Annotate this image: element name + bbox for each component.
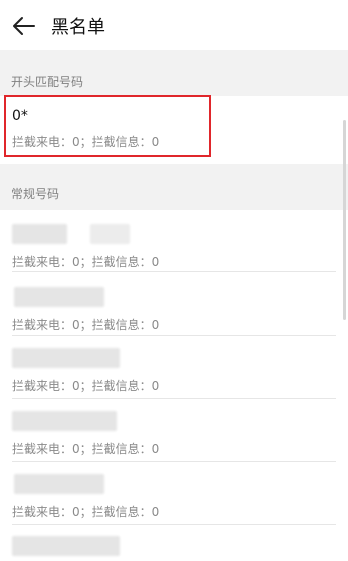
- redacted-number: [12, 411, 117, 431]
- divider: [12, 335, 336, 336]
- page-title: 黑名单: [51, 17, 105, 38]
- list-item[interactable]: 拦截来电：0；拦截信息：0: [0, 405, 348, 468]
- redacted-number: [14, 287, 104, 307]
- regular-list: 拦截来电：0；拦截信息：0 拦截来电：0；拦截信息：0 拦截来电：0；拦截信息：…: [0, 210, 348, 561]
- divider: [12, 398, 336, 399]
- section-label-prefix: 开头匹配号码: [11, 75, 84, 89]
- block-stats: 拦截来电：0；拦截信息：0: [12, 255, 160, 269]
- block-stats: 拦截来电：0；拦截信息：0: [12, 505, 160, 519]
- divider: [12, 461, 336, 462]
- section-label-regular: 常规号码: [11, 187, 60, 201]
- top-app-bar: 黑名单: [0, 0, 348, 50]
- arrow-left-icon[interactable]: [10, 12, 38, 40]
- redacted-number: [12, 348, 120, 368]
- redacted-number: [90, 224, 130, 244]
- divider: [12, 271, 336, 272]
- redacted-number: [14, 474, 104, 494]
- list-item[interactable]: [0, 530, 348, 561]
- highlight-box: [4, 95, 211, 157]
- block-stats: 拦截来电：0；拦截信息：0: [12, 442, 160, 456]
- scrollbar[interactable]: [343, 120, 346, 320]
- block-stats: 拦截来电：0；拦截信息：0: [12, 318, 160, 332]
- block-stats: 拦截来电：0；拦截信息：0: [12, 379, 160, 393]
- list-item[interactable]: 拦截来电：0；拦截信息：0: [0, 468, 348, 531]
- redacted-number: [12, 224, 67, 244]
- redacted-number: [12, 536, 120, 556]
- list-item[interactable]: 拦截来电：0；拦截信息：0: [0, 342, 348, 405]
- divider: [12, 524, 336, 525]
